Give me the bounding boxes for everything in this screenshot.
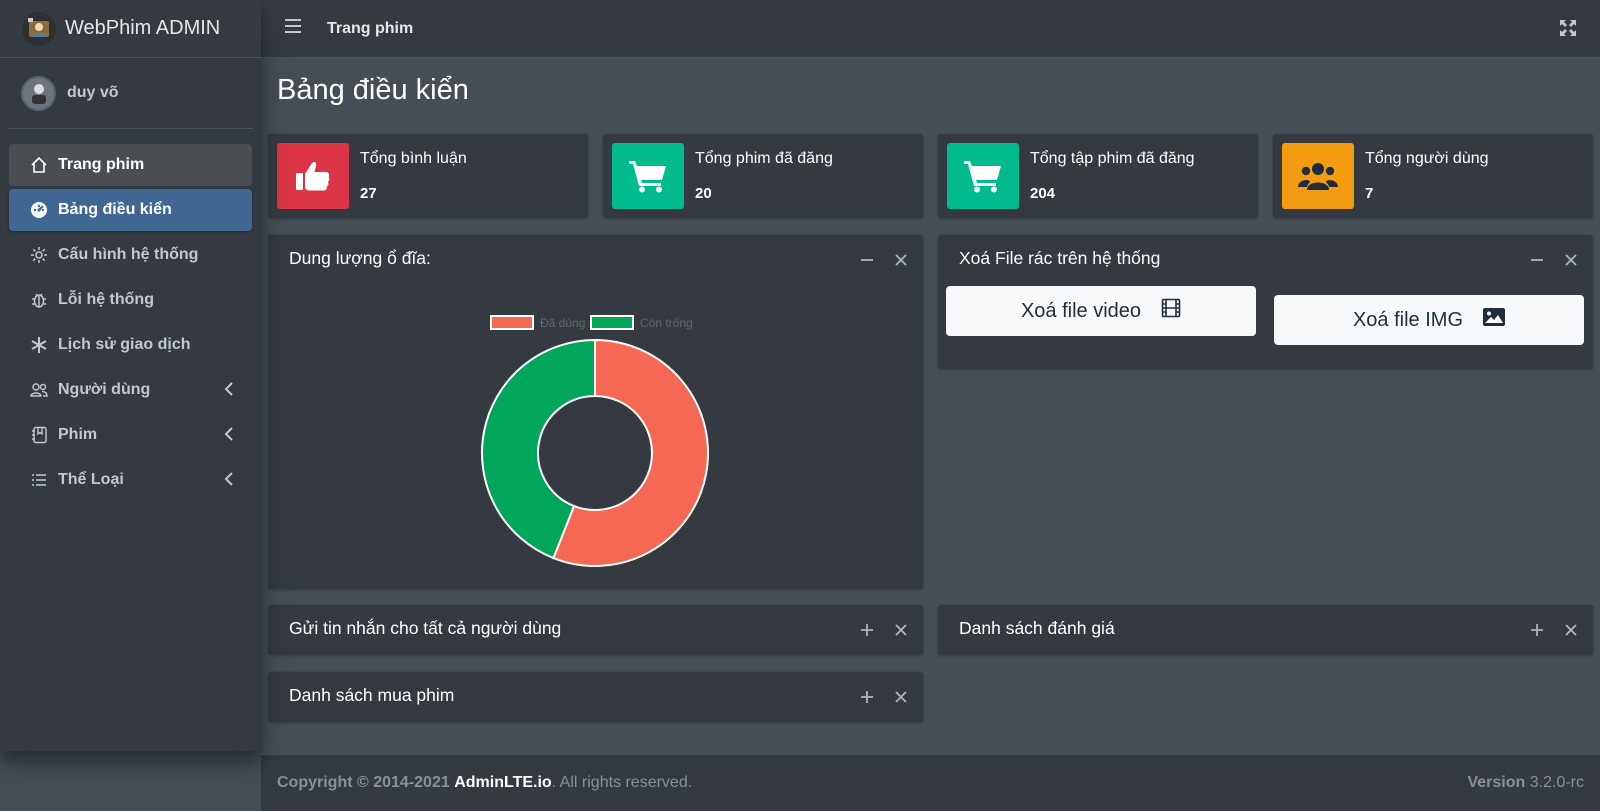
sidebar-item-label: Trang phim: [58, 156, 145, 173]
sidebar-item-transactions[interactable]: Lịch sử giao dịch: [9, 324, 252, 366]
button-label: Xoá file video: [1020, 299, 1142, 322]
message-all-users-card: Gửi tin nhắn cho tất cả người dùng: [268, 605, 923, 655]
footer: Copyright © 2014-2021 AdminLTE.io. All r…: [261, 754, 1600, 811]
sidebar-item-label: Lỗi hệ thống: [58, 291, 154, 308]
legend-swatch[interactable]: [490, 315, 534, 330]
sidebar-nav: Trang phim Bảng điều kiển Cấu hình hệ th…: [0, 129, 261, 501]
expand-plus-icon[interactable]: [1529, 622, 1545, 638]
brand-link[interactable]: WebPhim ADMIN: [0, 0, 261, 58]
avatar: [21, 75, 56, 111]
card-tools: [1529, 622, 1579, 638]
info-value: 7: [1365, 185, 1374, 202]
expand-plus-icon[interactable]: [859, 622, 875, 638]
top-navbar: Trang phim: [261, 0, 1600, 58]
users-icon: [1282, 143, 1354, 209]
user-name: duy võ: [67, 84, 119, 101]
page-title: Bảng điều kiển: [277, 74, 469, 106]
sidebar-item-label: Bảng điều kiển: [58, 201, 172, 218]
header-link-trang-phim[interactable]: Trang phim: [327, 20, 413, 38]
brand-logo-icon: [22, 11, 56, 46]
cart-icon: [947, 143, 1019, 209]
info-box-comments: Tổng bình luận 27: [268, 134, 588, 218]
users-icon: [29, 380, 49, 400]
gear-icon: [29, 245, 49, 265]
info-box-movies: Tổng phim đã đăng 20: [603, 134, 923, 218]
chart-legend: Đã dùng Còn trống: [490, 315, 693, 330]
card-tools: [859, 622, 909, 638]
version-label: Version: [1467, 774, 1526, 791]
sidebar-item-movies[interactable]: Phim: [9, 414, 252, 456]
disk-usage-card: Dung lượng ổ đĩa: Đã dùng Còn trống: [268, 235, 923, 589]
journal-bookmark-icon: [29, 425, 49, 445]
card-title: Xoá File rác trên hệ thống: [959, 248, 1161, 268]
card-tools: [859, 689, 909, 705]
sidebar-item-label: Lịch sử giao dịch: [58, 336, 191, 353]
card-title: Danh sách đánh giá: [959, 618, 1115, 638]
info-label: Tổng tập phim đã đăng: [1030, 150, 1195, 167]
asterisk-icon: [29, 335, 49, 355]
close-icon[interactable]: [893, 689, 909, 705]
chevron-left-icon: [224, 381, 234, 402]
collapse-minus-icon[interactable]: [1529, 252, 1545, 268]
dashboard-icon: [29, 200, 49, 220]
reviews-card: Danh sách đánh giá: [938, 605, 1593, 655]
hamburger-menu-icon[interactable]: [285, 19, 303, 38]
list-icon: [29, 470, 49, 490]
info-label: Tổng bình luận: [360, 150, 467, 167]
delete-img-files-button[interactable]: Xoá file IMG: [1274, 295, 1584, 345]
legend-label: Còn trống: [640, 316, 693, 330]
cart-icon: [612, 143, 684, 209]
sidebar: WebPhim ADMIN duy võ Trang phim Bảng điề…: [0, 0, 261, 751]
fullscreen-icon[interactable]: [1560, 20, 1576, 41]
copyright-text: Copyright © 2014-2021: [277, 774, 450, 791]
footer-copyright: Copyright © 2014-2021 AdminLTE.io. All r…: [277, 774, 692, 792]
adminlte-link[interactable]: AdminLTE.io: [454, 774, 551, 791]
chevron-left-icon: [224, 426, 234, 447]
image-icon: [1483, 308, 1506, 332]
bug-icon: [29, 290, 49, 310]
button-label: Xoá file IMG: [1352, 308, 1464, 331]
expand-plus-icon[interactable]: [859, 689, 875, 705]
thumbs-up-icon: [277, 143, 349, 209]
sidebar-item-errors[interactable]: Lỗi hệ thống: [9, 279, 252, 321]
version-number: 3.2.0-rc: [1529, 774, 1584, 791]
chevron-left-icon: [224, 471, 234, 492]
sidebar-item-dashboard[interactable]: Bảng điều kiển: [9, 189, 252, 231]
close-icon[interactable]: [1563, 252, 1579, 268]
info-value: 20: [695, 185, 712, 202]
sidebar-item-label: Thể Loại: [58, 471, 124, 488]
sidebar-item-trang-phim[interactable]: Trang phim: [9, 144, 252, 186]
close-icon[interactable]: [1563, 622, 1579, 638]
info-value: 27: [360, 185, 377, 202]
sidebar-item-label: Cấu hình hệ thống: [58, 246, 199, 263]
film-icon: [1161, 298, 1181, 324]
footer-version: Version 3.2.0-rc: [1467, 774, 1584, 792]
card-title: Danh sách mua phim: [289, 685, 455, 705]
legend-swatch[interactable]: [590, 315, 634, 330]
info-label: Tổng người dùng: [1365, 150, 1489, 167]
brand-name: WebPhim ADMIN: [65, 17, 221, 39]
delete-video-files-button[interactable]: Xoá file video: [946, 286, 1256, 336]
sidebar-item-label: Phim: [58, 426, 98, 443]
info-box-episodes: Tổng tập phim đã đăng 204: [938, 134, 1258, 218]
sidebar-item-label: Người dùng: [58, 381, 151, 398]
home-icon: [29, 155, 49, 175]
info-value: 204: [1030, 185, 1056, 202]
card-title: Gửi tin nhắn cho tất cả người dùng: [289, 618, 562, 638]
sidebar-item-config[interactable]: Cấu hình hệ thống: [9, 234, 252, 276]
info-label: Tổng phim đã đăng: [695, 150, 833, 167]
chart-slices: [481, 338, 709, 567]
rights-text: . All rights reserved.: [551, 774, 693, 791]
movie-purchases-card: Danh sách mua phim: [268, 672, 923, 722]
disk-usage-donut-chart: Đã dùng Còn trống: [481, 315, 709, 567]
sidebar-item-users[interactable]: Người dùng: [9, 369, 252, 411]
legend-label: Đã dùng: [540, 316, 585, 330]
user-panel[interactable]: duy võ: [8, 58, 253, 129]
sidebar-item-genres[interactable]: Thể Loại: [9, 459, 252, 501]
card-tools: [1529, 252, 1579, 268]
close-icon[interactable]: [893, 622, 909, 638]
info-box-users: Tổng người dùng 7: [1273, 134, 1593, 218]
